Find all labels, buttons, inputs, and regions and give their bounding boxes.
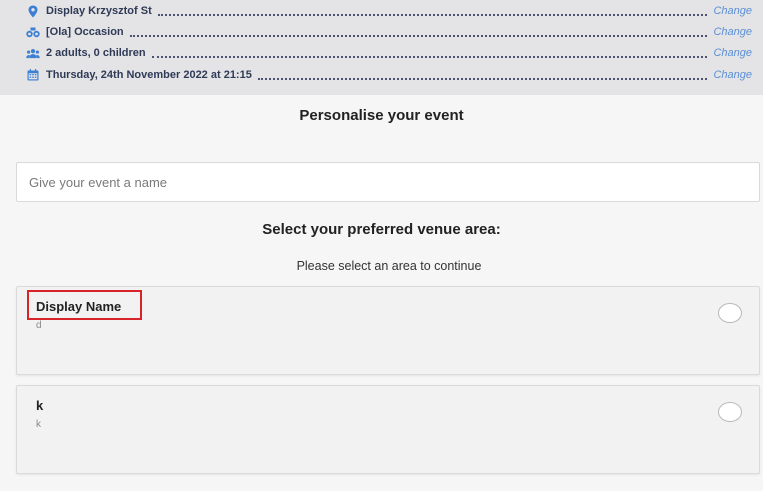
dotted-leader	[157, 4, 708, 16]
map-pin-icon	[26, 4, 40, 18]
area-description: k	[36, 419, 41, 430]
change-datetime-link[interactable]: Change	[713, 69, 752, 81]
change-occasion-link[interactable]: Change	[713, 26, 752, 38]
highlight-annotation-box	[27, 290, 142, 320]
calendar-icon	[26, 68, 40, 82]
summary-venue-text: Display Krzysztof St	[46, 5, 152, 17]
summary-row-venue: Display Krzysztof St Change	[26, 2, 752, 20]
summary-row-occasion: [Ola] Occasion Change	[26, 23, 752, 41]
area-radio-button[interactable]	[718, 303, 742, 323]
personalise-title: Personalise your event	[299, 107, 464, 124]
summary-guests-text: 2 adults, 0 children	[46, 47, 146, 59]
select-area-note: Please select an area to continue	[296, 259, 482, 273]
dotted-leader	[151, 46, 708, 58]
change-venue-link[interactable]: Change	[713, 5, 752, 17]
venue-area-title: Select your preferred venue area:	[262, 221, 501, 238]
dotted-leader	[257, 68, 708, 80]
area-radio-button[interactable]	[718, 402, 742, 422]
binoculars-icon	[26, 25, 40, 39]
area-description: d	[36, 320, 42, 331]
area-name: k	[36, 398, 44, 413]
change-guests-link[interactable]: Change	[713, 47, 752, 59]
event-name-input[interactable]	[16, 162, 760, 202]
booking-summary: Display Krzysztof St Change [Ola] Occasi…	[0, 0, 763, 95]
people-icon	[26, 46, 40, 60]
summary-row-guests: 2 adults, 0 children Change	[26, 44, 752, 62]
summary-datetime-text: Thursday, 24th November 2022 at 21:15	[46, 69, 252, 81]
summary-occasion-text: [Ola] Occasion	[46, 26, 124, 38]
summary-row-datetime: Thursday, 24th November 2022 at 21:15 Ch…	[26, 66, 752, 84]
dotted-leader	[129, 25, 708, 37]
venue-area-card-k[interactable]: k k	[16, 385, 760, 474]
